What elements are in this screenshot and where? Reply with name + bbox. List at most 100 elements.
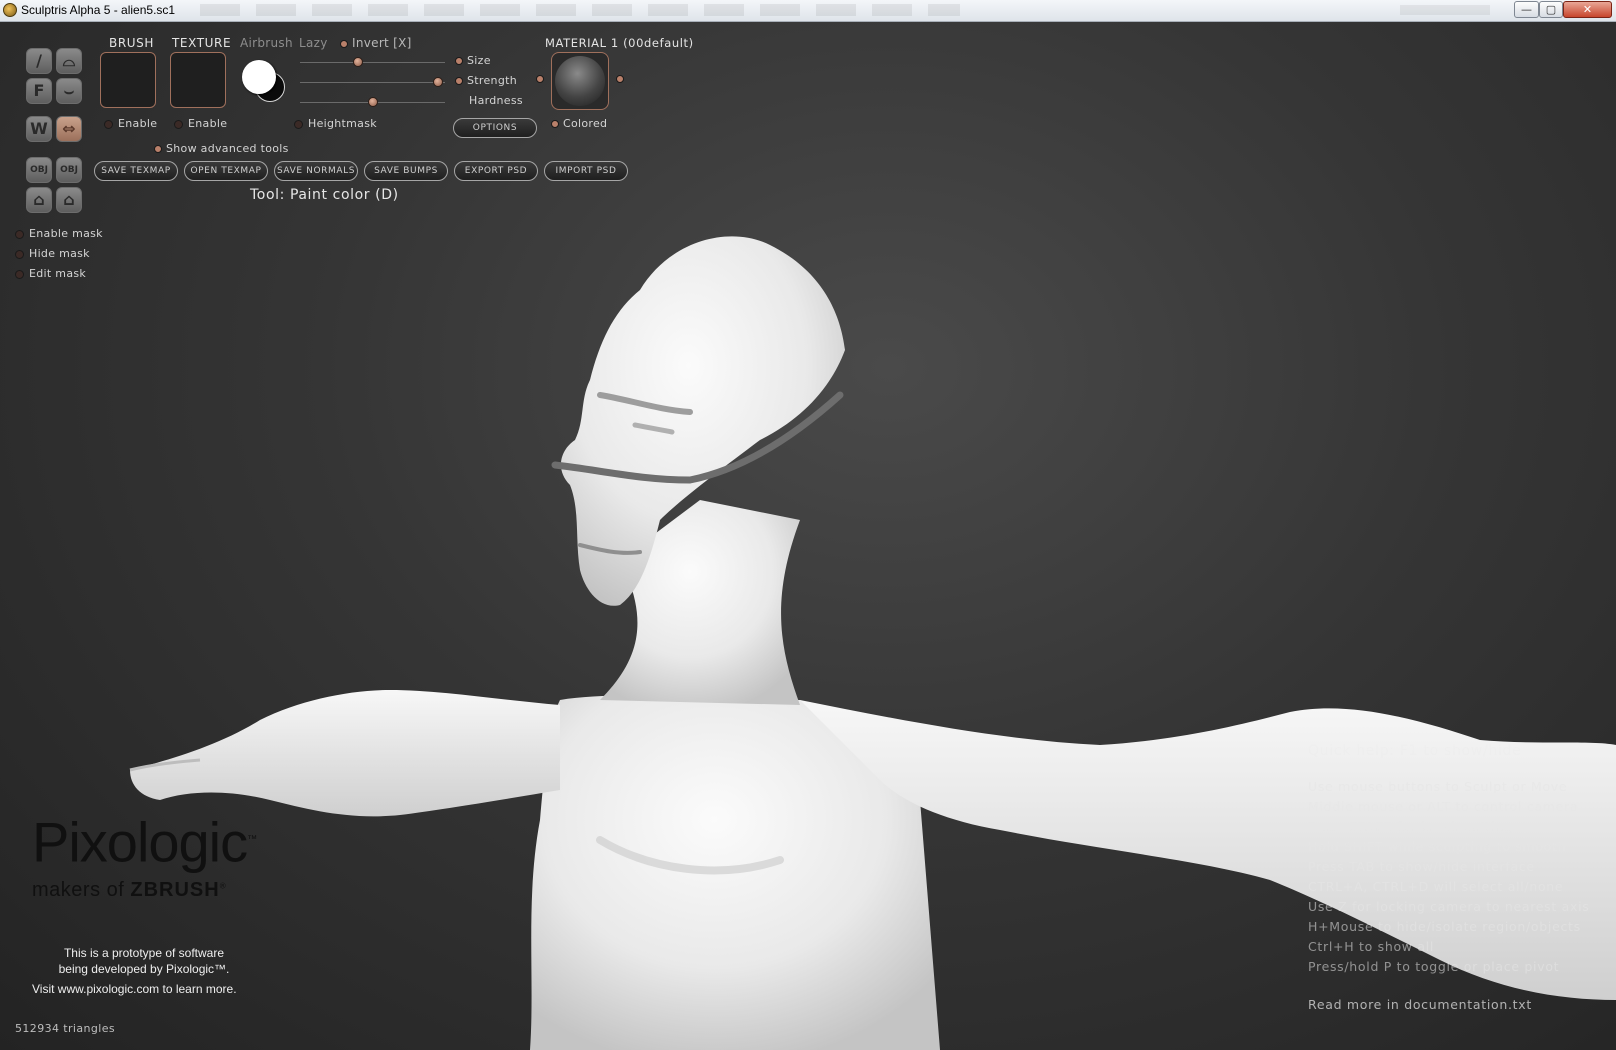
colored-dot-icon <box>551 120 559 128</box>
heightmask-label: Heightmask <box>308 117 377 130</box>
material-title: MATERIAL 1 (00default) <box>545 36 694 50</box>
texture-heading: TEXTURE <box>172 36 232 50</box>
smooth-icon: ⌣ <box>63 81 75 100</box>
invert-toggle[interactable]: Invert [X] <box>340 36 412 50</box>
hide-mask-toggle[interactable]: Hide mask <box>15 247 90 260</box>
close-button[interactable]: ✕ <box>1563 1 1612 18</box>
app-icon <box>3 3 17 17</box>
strength-slider-track[interactable] <box>300 82 445 83</box>
save-bumps-button[interactable]: SAVE BUMPS <box>364 161 448 181</box>
quick-help-panel: Quick help: F1 to show/hide Use mouse bu… <box>1308 741 1590 1015</box>
smooth-tool-button[interactable]: ⌣ <box>56 78 82 104</box>
heightmask-dot-icon <box>294 119 303 129</box>
material-next-dot-icon[interactable] <box>616 75 624 83</box>
brush-enable-label: Enable <box>118 117 158 130</box>
invert-label: Invert [X] <box>352 36 412 50</box>
help-line: Press TAB to show/hide interface <box>1308 859 1535 874</box>
material-preview[interactable] <box>551 52 609 110</box>
brush-enable-toggle[interactable]: Enable <box>104 117 157 130</box>
open-texmap-button[interactable]: OPEN TEXMAP <box>184 161 268 181</box>
size-option[interactable]: Size <box>455 54 491 67</box>
flatten-tool-button[interactable]: F <box>26 78 52 104</box>
edit-mask-dot-icon <box>15 269 24 279</box>
window-titlebar[interactable]: Sculptris Alpha 5 - alien5.sc1 — ▢ ✕ <box>0 0 1616 22</box>
import-obj-button[interactable]: OBJ <box>26 157 52 183</box>
symmetry-icon: ⇔ <box>62 119 76 138</box>
model-arm-left <box>130 690 560 817</box>
lazy-toggle[interactable]: Lazy <box>299 36 328 50</box>
enable-mask-label: Enable mask <box>29 227 103 240</box>
visit-website-text: Visit www.pixologic.com to learn more. <box>32 982 237 996</box>
strength-label: Strength <box>467 74 517 87</box>
menu-ghost-right <box>1400 5 1490 15</box>
options-button[interactable]: OPTIONS <box>453 118 537 138</box>
material-sphere-icon <box>555 56 605 106</box>
current-tool-status: Tool: Paint color (D) <box>250 187 399 203</box>
hardness-label: Hardness <box>469 94 523 107</box>
save-texmap-button[interactable]: SAVE TEXMAP <box>94 161 178 181</box>
import-obj-icon: OBJ <box>30 165 48 175</box>
draw-icon: / <box>36 51 42 70</box>
strength-option[interactable]: Strength <box>455 74 517 87</box>
texture-enable-toggle[interactable]: Enable <box>174 117 227 130</box>
prototype-notice: This is a prototype of software being de… <box>32 945 256 977</box>
wave-icon: W <box>30 119 48 138</box>
help-line: Middle mouse or ALT to control camera <box>1308 799 1579 814</box>
prototype-line-1: This is a prototype of software <box>63 946 225 960</box>
help-line: Use Z for locking camera to nearest axis <box>1308 899 1590 914</box>
import-psd-button[interactable]: IMPORT PSD <box>544 161 628 181</box>
maximize-button[interactable]: ▢ <box>1539 1 1563 18</box>
help-line: Ctrl+H to show all <box>1308 939 1435 954</box>
enable-mask-toggle[interactable]: Enable mask <box>15 227 103 240</box>
enable-mask-dot-icon <box>15 229 24 239</box>
help-line: Hold SHIFT while sculpting to smooth <box>1308 839 1567 854</box>
size-label: Size <box>467 54 491 67</box>
colored-label: Colored <box>563 117 608 130</box>
brush-heading: BRUSH <box>109 36 154 50</box>
texture-enable-label: Enable <box>188 117 228 130</box>
open-file-icon: ⌂ <box>33 190 45 209</box>
crease-tool-button[interactable]: ⌓ <box>56 48 82 74</box>
invert-dot-icon <box>340 39 348 48</box>
save-file-button[interactable]: ⌂ <box>56 187 82 213</box>
symmetry-toggle-button[interactable]: ⇔ <box>56 116 82 142</box>
brush-alpha-swatch[interactable] <box>100 52 156 108</box>
export-psd-button[interactable]: EXPORT PSD <box>454 161 538 181</box>
heightmask-toggle[interactable]: Heightmask <box>294 117 377 130</box>
save-normals-button[interactable]: SAVE NORMALS <box>274 161 358 181</box>
save-file-icon: ⌂ <box>63 190 75 209</box>
draw-tool-button[interactable]: / <box>26 48 52 74</box>
show-advanced-toggle[interactable]: Show advanced tools <box>154 142 289 155</box>
registered-mark: ® <box>219 881 227 890</box>
hardness-slider-handle[interactable] <box>367 97 378 107</box>
edit-mask-label: Edit mask <box>29 267 87 280</box>
flatten-icon: F <box>33 81 45 100</box>
hide-mask-label: Hide mask <box>29 247 90 260</box>
help-line: Use mouse buttons to Sculpt or Move <box>1308 779 1568 794</box>
prototype-line-2: being developed by Pixologic™. <box>58 962 230 976</box>
export-obj-icon: OBJ <box>60 165 78 175</box>
texture-enable-dot-icon <box>174 119 183 129</box>
edit-mask-toggle[interactable]: Edit mask <box>15 267 86 280</box>
minimize-button[interactable]: — <box>1514 1 1539 18</box>
texture-swatch[interactable] <box>170 52 226 108</box>
show-advanced-dot-icon <box>154 145 162 153</box>
open-file-button[interactable]: ⌂ <box>26 187 52 213</box>
zbrush-wordmark: ZBRUSH <box>130 878 220 901</box>
airbrush-toggle[interactable]: Airbrush <box>240 36 293 50</box>
export-obj-button[interactable]: OBJ <box>56 157 82 183</box>
colored-toggle[interactable]: Colored <box>551 117 607 130</box>
help-line: Press SPACE for brush settings <box>1308 819 1520 834</box>
primary-color-swatch[interactable] <box>242 60 276 94</box>
help-line: CTRL+A, CTRL+D will select all/none <box>1308 879 1564 894</box>
help-line: H+Mouse to hide/isolate region/objects <box>1308 919 1581 934</box>
strength-slider-handle[interactable] <box>432 77 443 87</box>
material-prev-dot-icon[interactable] <box>536 75 544 83</box>
triangle-count: 512934 triangles <box>15 1022 116 1035</box>
show-advanced-label: Show advanced tools <box>166 142 289 155</box>
size-slider-handle[interactable] <box>353 57 363 67</box>
wave-tool-button[interactable]: W <box>26 116 52 142</box>
read-more-link[interactable]: Read more in documentation.txt <box>1308 995 1590 1015</box>
size-slider-track[interactable] <box>300 62 445 63</box>
window-title: Sculptris Alpha 5 - alien5.sc1 <box>21 3 176 17</box>
